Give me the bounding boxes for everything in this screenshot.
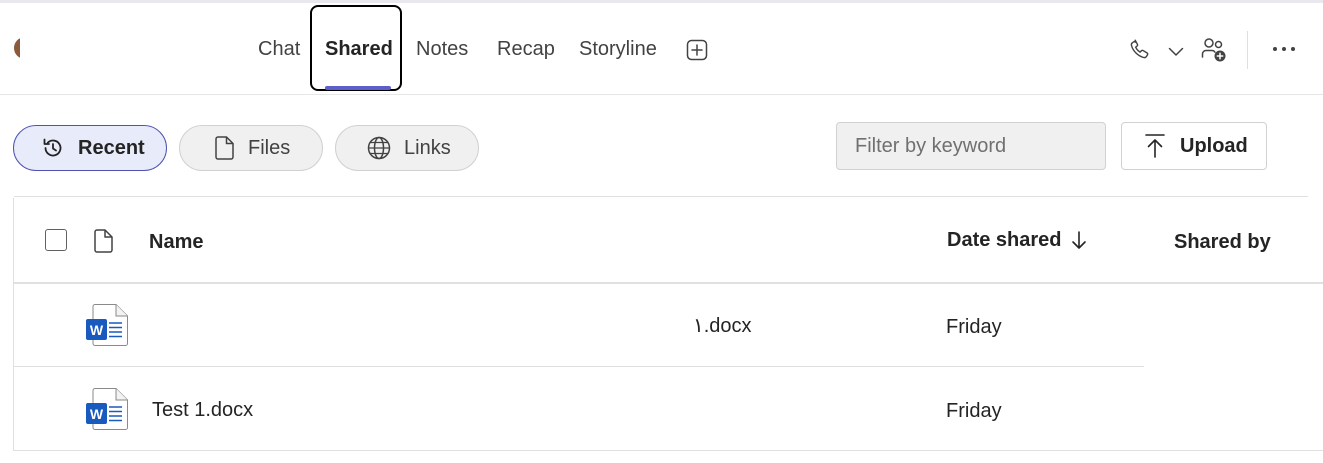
filter-links-pill[interactable]: Links (335, 125, 479, 171)
globe-icon (366, 135, 392, 161)
avatar[interactable] (14, 37, 20, 59)
chevron-down-icon[interactable] (1165, 41, 1187, 63)
header-divider (1247, 31, 1248, 69)
word-doc-icon: W (86, 388, 128, 430)
filter-files-label: Files (248, 136, 291, 159)
toolbar-divider (14, 196, 1308, 197)
filter-keyword-input[interactable] (836, 122, 1106, 170)
filter-recent-pill[interactable]: Recent (13, 125, 167, 171)
tab-notes[interactable]: Notes (416, 36, 468, 62)
tab-storyline[interactable]: Storyline (579, 36, 657, 62)
chat-header: Chat Shared Notes Recap Storyline (0, 3, 1323, 95)
svg-text:W: W (90, 406, 104, 422)
filter-links-label: Links (404, 136, 451, 159)
file-icon (214, 135, 236, 161)
tab-chat[interactable]: Chat (258, 36, 300, 62)
sort-descending-icon (1070, 230, 1088, 250)
word-doc-icon: W (86, 304, 128, 346)
active-tab-indicator (325, 86, 391, 90)
filter-recent-label: Recent (78, 136, 145, 159)
phone-icon[interactable] (1126, 35, 1154, 63)
select-all-checkbox[interactable] (45, 229, 67, 251)
svg-text:W: W (90, 322, 104, 338)
upload-icon (1144, 133, 1166, 159)
upload-button[interactable]: Upload (1121, 122, 1267, 170)
file-name[interactable]: ١.docx (693, 314, 752, 338)
add-tab-icon[interactable] (684, 37, 710, 63)
tab-shared[interactable]: Shared (325, 36, 393, 62)
tab-recap[interactable]: Recap (497, 36, 555, 62)
row-divider (14, 366, 1144, 367)
date-shared: Friday (946, 316, 1002, 338)
add-people-icon[interactable] (1199, 35, 1229, 65)
history-icon (40, 135, 66, 161)
column-header-date-shared[interactable]: Date shared (947, 228, 1088, 252)
table-header-divider (14, 282, 1323, 284)
file-type-column-icon (93, 228, 115, 254)
upload-label: Upload (1180, 134, 1248, 157)
filter-files-pill[interactable]: Files (179, 125, 323, 171)
more-options-icon[interactable] (1270, 37, 1298, 61)
date-shared: Friday (946, 400, 1002, 422)
column-header-name[interactable]: Name (149, 230, 203, 254)
column-header-shared-by[interactable]: Shared by (1174, 230, 1271, 254)
file-name[interactable]: Test 1.docx (152, 398, 253, 422)
date-shared-label: Date shared (947, 229, 1062, 251)
